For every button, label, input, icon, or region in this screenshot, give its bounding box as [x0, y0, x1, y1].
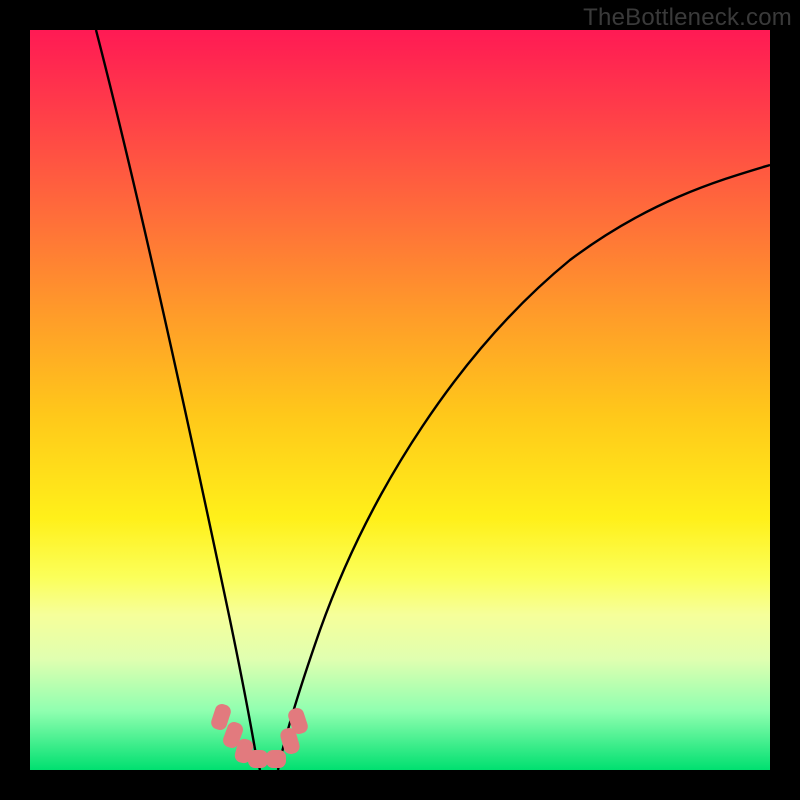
plot-area — [30, 30, 770, 770]
outer-frame: TheBottleneck.com — [0, 0, 800, 800]
watermark-text: TheBottleneck.com — [583, 4, 792, 32]
bottleneck-curve-left — [96, 30, 260, 770]
bottleneck-curve-right — [278, 165, 770, 770]
curve-layer — [30, 30, 770, 770]
marker-overlay — [209, 702, 309, 768]
